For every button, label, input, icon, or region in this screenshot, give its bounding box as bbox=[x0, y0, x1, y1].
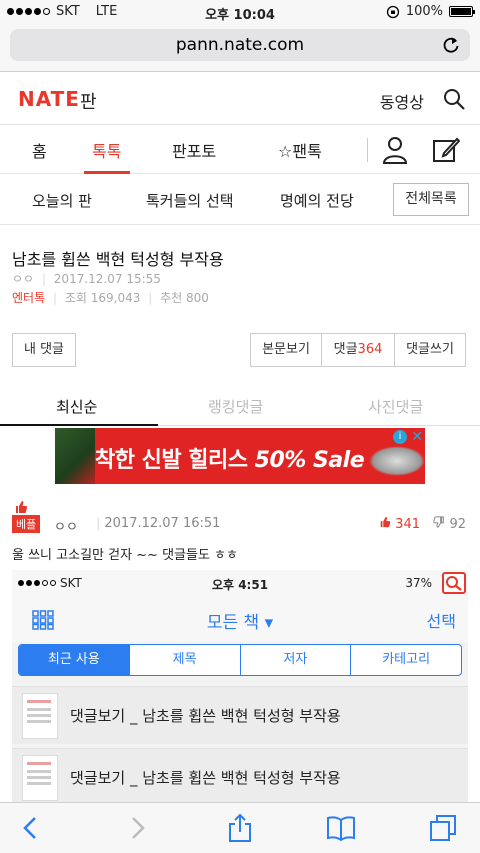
browser-toolbar bbox=[0, 802, 480, 853]
embedded-segmented-control: 최근 사용 제목 저자 카테고리 bbox=[18, 644, 462, 676]
views-count: 169,043 bbox=[90, 291, 141, 305]
article-category[interactable]: 엔터톡 bbox=[12, 291, 45, 305]
share-icon[interactable] bbox=[225, 813, 255, 843]
tab-home[interactable]: 홈 bbox=[32, 138, 47, 162]
address-bar[interactable]: pann.nate.com bbox=[10, 29, 470, 61]
comments-label: 댓글 bbox=[333, 342, 358, 357]
embedded-time: 오후 4:51 bbox=[211, 578, 269, 592]
comment-text: 울 쓰니 고소길만 걷자 ~~ 댓글들도 ㅎㅎ bbox=[12, 548, 238, 563]
ad-close-icon[interactable]: ✕ bbox=[411, 429, 423, 445]
url-text: pann.nate.com bbox=[175, 35, 305, 55]
embedded-search-icon bbox=[442, 572, 466, 594]
article-stats: 엔터톡 | 조회 169,043 | 추천 800 bbox=[12, 291, 209, 305]
article-title: 남초를 휩쓴 백현 턱성형 부작용 bbox=[12, 250, 224, 269]
section-title[interactable]: 판 bbox=[80, 88, 97, 114]
embedded-row-text: 댓글보기 _ 남초를 휩쓴 백현 턱성형 부작용 bbox=[70, 769, 341, 787]
battery-label: 100% bbox=[405, 4, 443, 19]
orientation-lock-icon bbox=[386, 5, 399, 18]
dislike-button[interactable]: 92 bbox=[433, 516, 466, 532]
embedded-list-item: 댓글보기 _ 남초를 휩쓴 백현 턱성형 부작용 bbox=[12, 686, 468, 744]
dislike-icon bbox=[433, 516, 445, 528]
edit-icon[interactable] bbox=[432, 136, 460, 164]
embedded-list-item: 댓글보기 _ 남초를 휩쓴 백현 턱성형 부작용 bbox=[12, 748, 468, 802]
all-list-button[interactable]: 전체목록 bbox=[393, 183, 469, 216]
sort-ranking-tab[interactable]: 랭킹댓글 bbox=[208, 396, 263, 417]
search-icon[interactable] bbox=[442, 87, 466, 111]
embedded-thumbnail bbox=[22, 755, 58, 801]
embedded-segment: 최근 사용 bbox=[19, 645, 129, 675]
back-icon[interactable] bbox=[16, 813, 46, 843]
ad-main-text: 착한 신발 힐리스 bbox=[95, 448, 248, 473]
embedded-battery: 37% bbox=[405, 576, 432, 590]
like-count: 341 bbox=[395, 517, 420, 532]
like-icon bbox=[380, 516, 391, 528]
status-right: 100% bbox=[386, 4, 475, 19]
tab-fantalk[interactable]: ☆팬톡 bbox=[278, 138, 322, 162]
views-label: 조회 bbox=[64, 291, 87, 305]
thumbs-up-icon bbox=[16, 501, 27, 513]
comment-attached-image[interactable]: SKT 오후 4:51 37% 모든 책 ▾ 선택 최근 사용 제목 저자 카테… bbox=[12, 570, 468, 802]
sort-latest-tab[interactable]: 최신순 bbox=[56, 396, 97, 417]
my-comments-button[interactable]: 내 댓글 bbox=[12, 333, 76, 367]
tab-talk[interactable]: 톡톡 bbox=[92, 138, 121, 162]
sort-photo-tab[interactable]: 사진댓글 bbox=[368, 396, 423, 417]
comment-time-text: 2017.12.07 16:51 bbox=[104, 516, 221, 531]
comment-sort-tabs: 최신순 랭킹댓글 사진댓글 bbox=[0, 386, 480, 426]
embedded-status-bar: SKT 오후 4:51 37% bbox=[12, 570, 468, 596]
best-badge: 베플 bbox=[12, 515, 41, 533]
tab-divider bbox=[367, 138, 368, 162]
ad-sale-text: 50% Sale bbox=[254, 448, 365, 473]
forward-icon[interactable] bbox=[122, 813, 152, 843]
ad-banner[interactable]: 착한 신발 힐리스 50% Sale i ✕ bbox=[55, 428, 425, 484]
browser-url-area: pann.nate.com bbox=[0, 24, 480, 72]
write-comment-button[interactable]: 댓글쓰기 bbox=[394, 333, 466, 367]
comment-button-group: 본문보기 댓글364 댓글쓰기 bbox=[250, 333, 466, 367]
embedded-segment: 카테고리 bbox=[350, 645, 461, 675]
recommend-label: 추천 bbox=[160, 291, 183, 305]
comments-count-button[interactable]: 댓글364 bbox=[321, 333, 395, 367]
comment-author: ㅇㅇ bbox=[54, 520, 78, 535]
tabs-icon[interactable] bbox=[428, 813, 458, 843]
user-icon[interactable] bbox=[382, 136, 408, 164]
recommend-count: 800 bbox=[186, 291, 209, 305]
battery-icon bbox=[449, 6, 475, 17]
embedded-segment: 저자 bbox=[239, 645, 351, 675]
embedded-select: 선택 bbox=[426, 612, 456, 631]
dislike-count: 92 bbox=[449, 517, 466, 532]
nate-logo[interactable]: NATE bbox=[18, 87, 80, 111]
sort-active-indicator bbox=[0, 424, 158, 426]
reload-icon[interactable] bbox=[442, 36, 460, 54]
sub-menu: 오늘의 판 톡커들의 선택 명예의 전당 전체목록 bbox=[0, 175, 480, 225]
comment-time: | 2017.12.07 16:51 bbox=[96, 516, 221, 531]
video-link[interactable]: 동영상 bbox=[380, 89, 424, 113]
site-header: NATE 판 동영상 bbox=[0, 73, 480, 125]
bookmarks-icon[interactable] bbox=[326, 813, 356, 843]
embedded-title: 모든 책 ▾ bbox=[206, 613, 274, 633]
submenu-hall[interactable]: 명예의 전당 bbox=[280, 190, 354, 211]
submenu-today[interactable]: 오늘의 판 bbox=[32, 190, 92, 211]
ad-text: 착한 신발 힐리스 50% Sale bbox=[95, 442, 365, 474]
embedded-segment: 제목 bbox=[128, 645, 240, 675]
embedded-toolbar: 모든 책 ▾ 선택 bbox=[12, 596, 468, 642]
tab-active-indicator bbox=[84, 171, 130, 174]
comments-count: 364 bbox=[357, 342, 383, 357]
ad-shoe-image bbox=[369, 446, 425, 476]
article-meta: ㅇㅇ | 2017.12.07 15:55 bbox=[12, 272, 161, 286]
ad-tree-image bbox=[55, 428, 95, 484]
embedded-row-text: 댓글보기 _ 남초를 휩쓴 백현 턱성형 부작용 bbox=[70, 707, 341, 725]
tab-photo[interactable]: 판포토 bbox=[172, 138, 216, 162]
like-button[interactable]: 341 bbox=[379, 516, 420, 532]
embedded-thumbnail bbox=[22, 693, 58, 739]
main-tabs: 홈 톡톡 판포토 ☆팬톡 bbox=[0, 126, 480, 174]
submenu-choice[interactable]: 톡커들의 선택 bbox=[146, 190, 234, 211]
status-bar: SKT LTE 오후 10:04 100% bbox=[0, 0, 480, 24]
ad-info-icon[interactable]: i bbox=[393, 430, 407, 444]
article-author: ㅇㅇ bbox=[12, 272, 35, 286]
view-body-button[interactable]: 본문보기 bbox=[250, 333, 322, 367]
article-date: 2017.12.07 15:55 bbox=[53, 272, 161, 286]
